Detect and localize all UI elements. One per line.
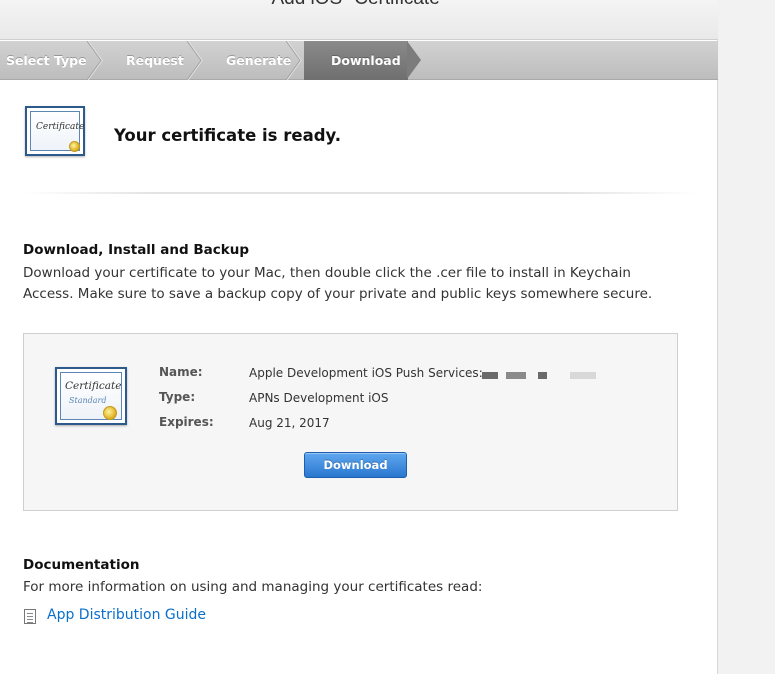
documentation-title: Documentation [23,557,140,573]
type-value: APNs Development iOS [249,391,389,405]
step-download: Download [331,53,401,68]
redacted-block [538,372,547,379]
documentation-body: For more information on using and managi… [23,579,483,595]
name-label: Name: [159,365,203,379]
redacted-block [506,372,526,379]
certificate-icon-subtext: Standard [69,396,107,405]
divider [22,192,696,194]
step-request: Request [126,53,184,68]
chevron-separator-icon [87,41,103,80]
certificate-details-box: Certificate Standard Name: Apple Develop… [23,333,678,511]
certificate-standard-icon: Certificate Standard [55,367,127,425]
seal-icon [103,406,117,420]
name-value: Apple Development iOS Push Services: [249,366,483,380]
certificate-icon-text: Certificate [65,380,122,392]
install-title: Download, Install and Backup [23,242,249,258]
active-step-arrow [407,41,421,79]
download-button[interactable]: Download [304,452,407,478]
step-select-type: Select Type [6,53,87,68]
page-header: Add iOS "Certificate" [0,0,718,40]
ready-message: Your certificate is ready. [114,126,342,145]
install-body: Download your certificate to your Mac, t… [23,265,653,302]
chevron-separator-icon [187,41,203,80]
page-title: Add iOS "Certificate" [0,0,718,10]
expires-value: Aug 21, 2017 [249,416,330,430]
main-panel: Add iOS "Certificate" Select Type Reques… [0,0,718,674]
expires-label: Expires: [159,415,214,429]
right-gutter [719,0,775,674]
certificate-icon: Certificate [25,106,85,156]
seal-icon [69,141,80,152]
document-icon[interactable] [24,609,36,624]
type-label: Type: [159,390,196,404]
certificate-icon-text: Certificate [36,122,85,132]
app-distribution-guide-link[interactable]: App Distribution Guide [47,607,206,623]
step-generate: Generate [226,53,292,68]
step-bar: Select Type Request Generate Download [0,41,718,80]
redacted-block [482,372,498,379]
redacted-block [570,372,596,379]
